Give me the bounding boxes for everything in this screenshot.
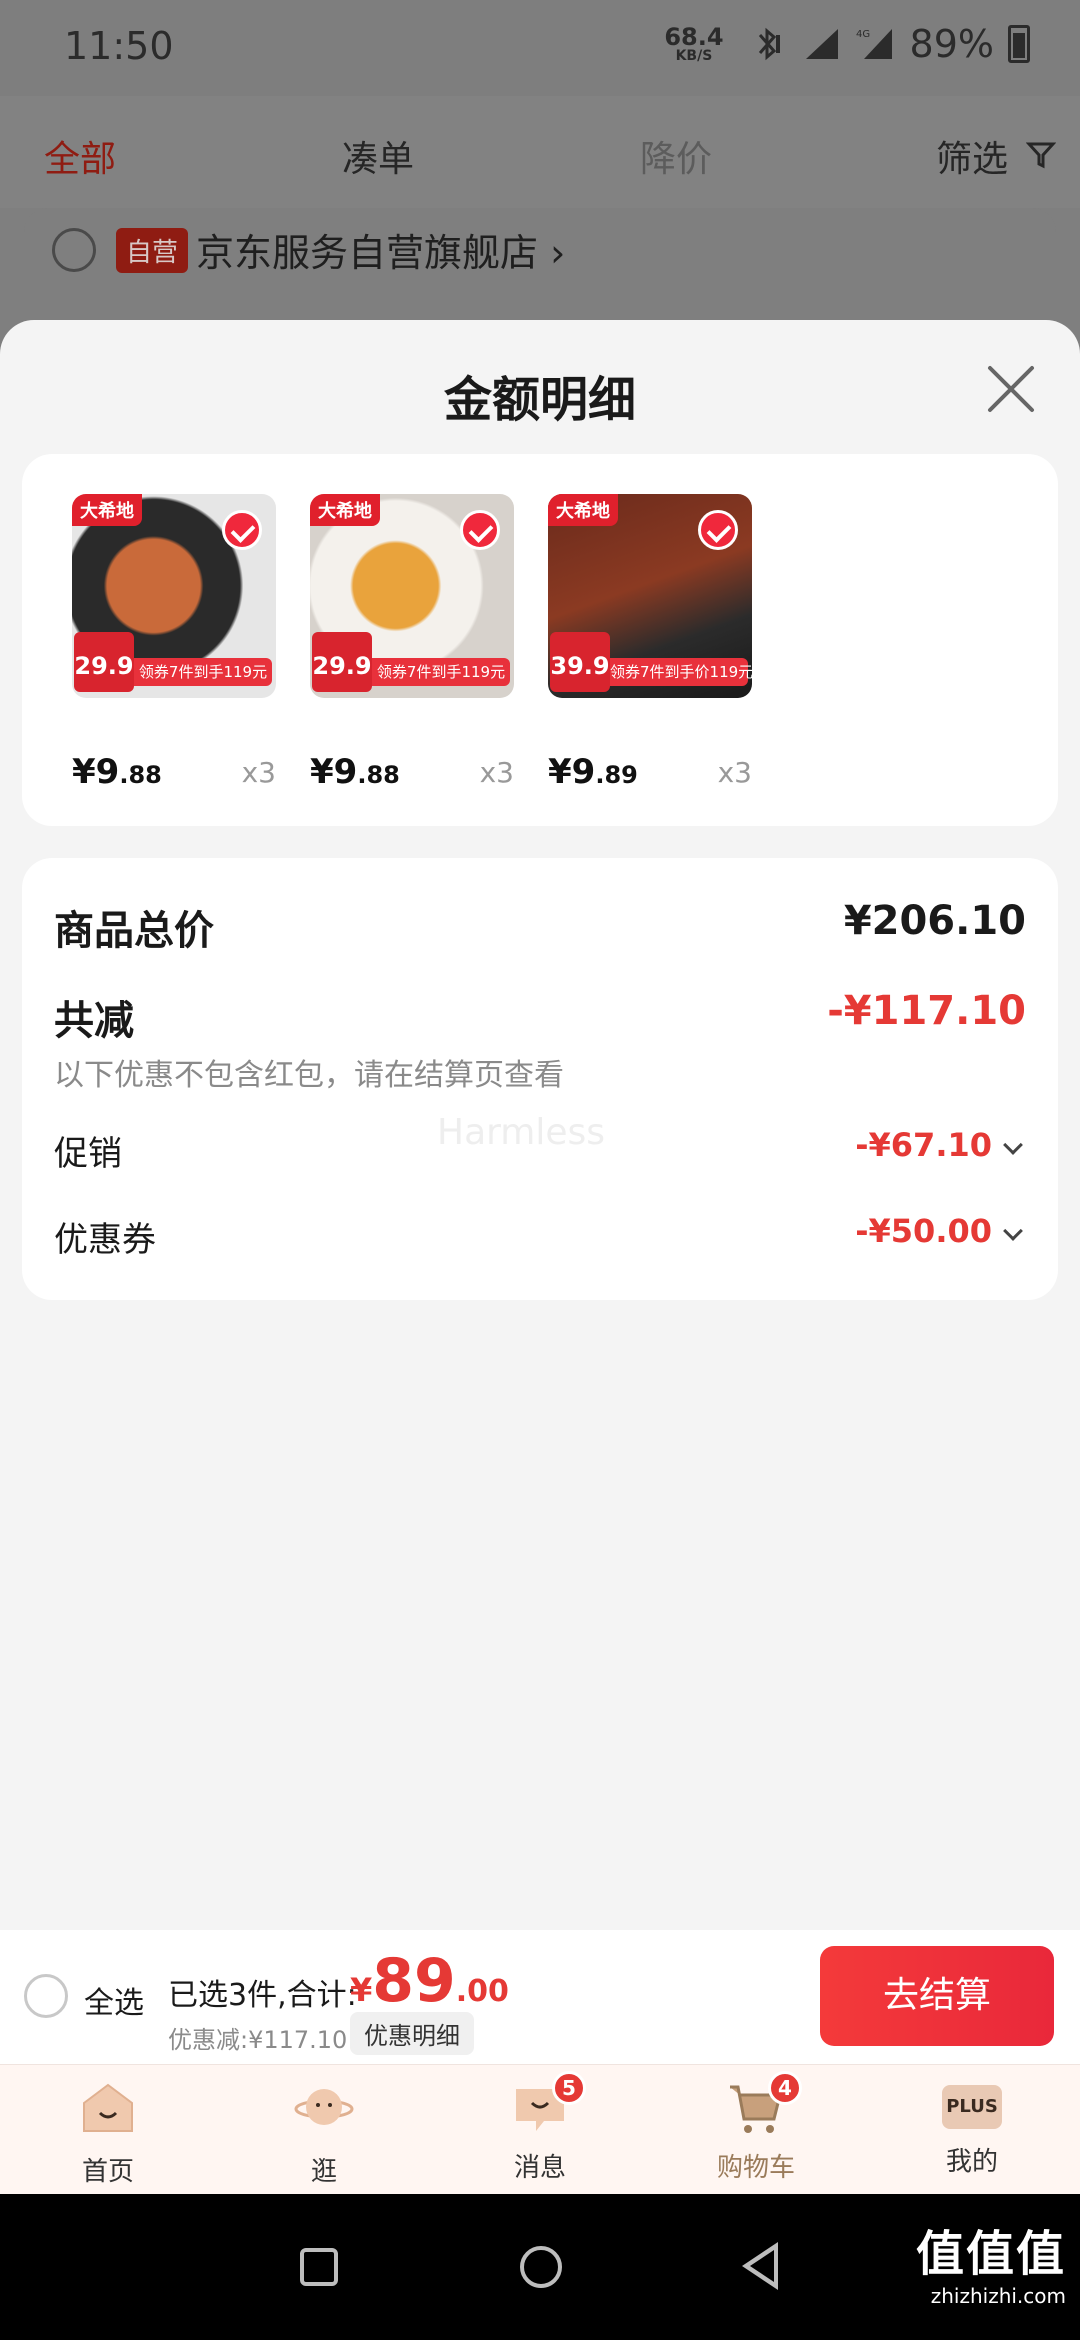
product-price: ¥9.89 [548, 752, 638, 792]
home-button-icon[interactable] [520, 2246, 562, 2288]
product-quantity: x3 [717, 756, 752, 789]
status-bar: 11:50 68.4 KB/S 4G 89% [0, 0, 1080, 96]
status-icons: 68.4 KB/S 4G 89% [664, 22, 1030, 66]
coupon-value[interactable]: -¥50.00 [855, 1212, 1026, 1250]
tab-filter[interactable]: 筛选 [936, 130, 1008, 182]
sheet-title: 金额明细 [443, 372, 636, 428]
product-item[interactable]: 大希地 39.9 领券7件到手价119元 ¥9.89 x3 [548, 494, 752, 792]
planet-icon [294, 2089, 354, 2125]
product-price: ¥9.88 [72, 752, 162, 792]
plus-member-icon: PLUS [942, 2085, 1002, 2129]
coupon-label: 优惠券 [54, 1220, 156, 1260]
total-reduce-value: -¥117.10 [827, 988, 1026, 1034]
watermark-overlay: Harmless [437, 1112, 606, 1153]
promo-text: 领券7件到手价119元 [610, 658, 752, 686]
selected-check-icon[interactable] [698, 510, 738, 550]
site-watermark: 值值值 zhizhizhi.com [916, 2214, 1066, 2308]
store-header: 自营 京东服务自营旗舰店 › [24, 208, 1056, 328]
tab-home[interactable]: 首页 [48, 2079, 168, 2188]
site-watermark-domain: zhizhizhi.com [930, 2284, 1066, 2308]
promo-price: 29.9 [312, 632, 372, 692]
bluetooth-icon [758, 27, 780, 61]
promo-price: 39.9 [550, 632, 610, 692]
promo-text: 领券7件到手119元 [372, 658, 510, 686]
checkout-total: ¥89.00 [350, 1946, 509, 2016]
tab-home-label: 首页 [81, 2157, 134, 2187]
promotion-label: 促销 [54, 1134, 122, 1174]
cart-badge: 4 [768, 2071, 802, 2105]
cart-icon-wrap: 4 [726, 2071, 802, 2135]
total-price-label: 商品总价 [54, 908, 214, 954]
chevron-down-icon [1003, 1221, 1023, 1241]
tab-cart[interactable]: 4 购物车 [696, 2071, 816, 2184]
tab-profile-label: 我的 [945, 2147, 998, 2177]
tab-combine[interactable]: 凑单 [342, 130, 414, 182]
site-watermark-text: 值值值 [915, 2226, 1066, 2282]
total-reduce-label: 共减 [54, 998, 134, 1044]
back-icon[interactable] [742, 2242, 778, 2290]
product-quantity: x3 [241, 756, 276, 789]
self-operated-badge: 自营 [116, 228, 189, 273]
close-icon[interactable] [982, 360, 1040, 418]
product-price: ¥9.88 [310, 752, 400, 792]
store-select-radio[interactable] [52, 228, 96, 272]
cell-signal-icon [805, 29, 838, 59]
brand-tag: 大希地 [310, 494, 380, 526]
tab-cart-label: 购物车 [716, 2153, 795, 2183]
checkout-bar: 全选 已选3件,合计: ¥89.00 优惠减:¥117.10 优惠明细 去结算 [0, 1930, 1080, 2064]
message-badge: 5 [552, 2071, 586, 2105]
cart-filter-tabs: 全部 凑单 降价 筛选 [0, 96, 1080, 208]
tab-explore-label: 逛 [310, 2157, 337, 2187]
status-time: 11:50 [64, 24, 174, 68]
home-icon [83, 2083, 133, 2132]
bottom-tab-bar: 首页 逛 5 消息 4 购物车 PLUS 我的 [0, 2064, 1080, 2194]
tab-messages[interactable]: 5 消息 [480, 2071, 600, 2184]
price-summary-card: 商品总价 ¥206.10 共减 -¥117.10 以下优惠不包含红包，请在结算页… [22, 858, 1058, 1300]
recent-apps-icon[interactable] [300, 2248, 338, 2286]
selected-count-text: 已选3件,合计: [168, 1978, 357, 2013]
product-item[interactable]: 大希地 29.9 领券7件到手119元 ¥9.88 x3 [310, 494, 514, 792]
selected-check-icon[interactable] [460, 510, 500, 550]
battery-icon [1008, 25, 1030, 63]
battery-percent: 89% [909, 22, 994, 66]
select-all-radio[interactable] [24, 1974, 68, 2018]
tab-profile[interactable]: PLUS 我的 [912, 2079, 1032, 2178]
selected-check-icon[interactable] [222, 510, 262, 550]
svg-text:4G: 4G [856, 29, 870, 40]
system-nav-bar: 值值值 zhizhizhi.com [0, 2194, 1080, 2340]
net-speed-unit: KB/S [675, 48, 713, 64]
promo-text: 领券7件到手119元 [134, 658, 272, 686]
select-all-label[interactable]: 全选 [84, 1978, 144, 2022]
tab-explore[interactable]: 逛 [264, 2079, 384, 2188]
total-price-value: ¥206.10 [843, 898, 1026, 944]
product-quantity: x3 [479, 756, 514, 789]
discount-detail-button[interactable]: 优惠明细 [350, 2012, 474, 2055]
discount-amount-text: 优惠减:¥117.10 [168, 2026, 348, 2054]
product-item[interactable]: 大希地 29.9 领券7件到手119元 ¥9.88 x3 [72, 494, 276, 792]
selected-products-card: 大希地 29.9 领券7件到手119元 ¥9.88 x3 大希地 29.9 领券… [22, 454, 1058, 826]
checkout-button[interactable]: 去结算 [820, 1946, 1054, 2046]
promo-price: 29.9 [74, 632, 134, 692]
net-speed-value: 68.4 [664, 23, 724, 51]
store-name[interactable]: 京东服务自营旗舰店 › [196, 222, 565, 277]
filter-icon[interactable] [1026, 140, 1056, 170]
tab-price-drop[interactable]: 降价 [640, 130, 712, 182]
message-icon-wrap: 5 [510, 2071, 586, 2135]
tab-all[interactable]: 全部 [44, 130, 116, 182]
brand-tag: 大希地 [72, 494, 142, 526]
tab-messages-label: 消息 [513, 2153, 566, 2183]
amount-detail-sheet: 金额明细 大希地 29.9 领券7件到手119元 ¥9.88 x3 大希地 29… [0, 320, 1080, 1930]
chicken-cutlet-photo: 大希地 29.9 领券7件到手119元 [310, 494, 514, 698]
cell-signal-4g-icon: 4G [856, 29, 892, 59]
discount-note: 以下优惠不包含红包，请在结算页查看 [54, 1058, 564, 1093]
net-speed: 68.4 KB/S [664, 25, 723, 63]
promotion-value[interactable]: -¥67.10 [855, 1126, 1026, 1164]
sausage-photo: 大希地 29.9 领券7件到手119元 [72, 494, 276, 698]
lamb-skewer-photo: 大希地 39.9 领券7件到手价119元 [548, 494, 752, 698]
brand-tag: 大希地 [548, 494, 618, 526]
chevron-down-icon [1003, 1135, 1023, 1155]
